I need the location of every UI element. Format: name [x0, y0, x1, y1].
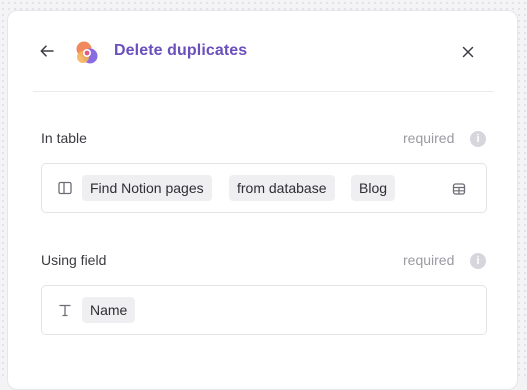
table-icon[interactable]	[451, 181, 467, 197]
in-table-label: In table	[41, 130, 87, 146]
in-table-field[interactable]: Find Notion pages from database Blog	[41, 163, 487, 213]
info-icon[interactable]: i	[470, 253, 486, 269]
required-text: required	[403, 252, 455, 268]
panel-header: Delete duplicates	[8, 11, 517, 93]
columns-icon	[57, 180, 73, 196]
page-title: Delete duplicates	[114, 42, 248, 59]
header-divider	[33, 91, 494, 92]
chip-from-database[interactable]: from database	[229, 175, 335, 201]
using-field-field[interactable]: Name	[41, 285, 487, 335]
chip-blog[interactable]: Blog	[351, 175, 396, 201]
chip-name[interactable]: Name	[82, 297, 136, 323]
chip-find-notion-pages[interactable]: Find Notion pages	[82, 175, 212, 201]
info-icon[interactable]: i	[470, 131, 486, 147]
close-icon[interactable]	[458, 42, 478, 62]
required-text: required	[403, 130, 455, 146]
using-field-label: Using field	[41, 252, 107, 268]
app-logo	[74, 40, 100, 66]
delete-duplicates-panel: Delete duplicates In table required i Fi…	[7, 10, 518, 390]
text-type-icon	[57, 302, 73, 318]
arrow-left-icon[interactable]	[38, 42, 56, 60]
